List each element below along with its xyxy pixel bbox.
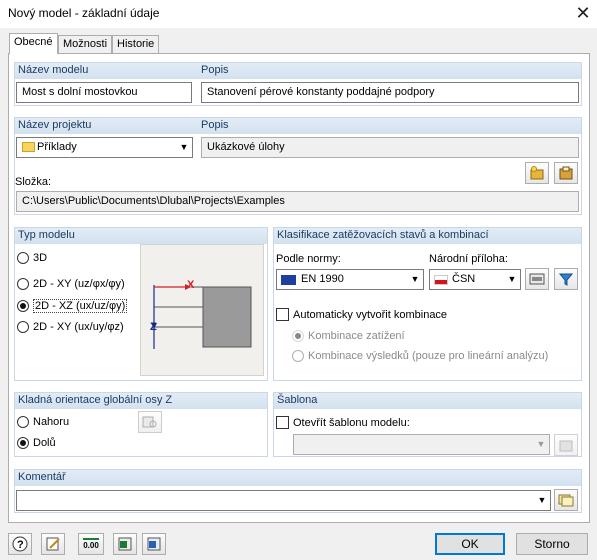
- radio-2d-xy-planar[interactable]: [17, 321, 29, 333]
- svg-text:?: ?: [17, 539, 24, 551]
- filter-icon: [559, 273, 573, 286]
- open-template-option[interactable]: Otevřít šablonu modelu:: [276, 416, 410, 429]
- filter-button[interactable]: [554, 268, 578, 290]
- help-button[interactable]: ?: [8, 533, 32, 555]
- template-select[interactable]: ▼: [293, 434, 550, 455]
- radio-load-combinations[interactable]: [292, 330, 304, 342]
- edit-annex-icon: [529, 273, 545, 285]
- title-bar: Nový model - základní údaje ✕: [0, 0, 597, 28]
- project-desc-label: Popis: [201, 119, 229, 131]
- ok-button[interactable]: OK: [435, 533, 505, 555]
- import-icon: [147, 537, 161, 551]
- model-desc-label: Popis: [201, 64, 229, 76]
- orientation-header: Kladná orientace globální osy Z: [15, 393, 267, 409]
- radio-up[interactable]: [17, 416, 29, 428]
- folder-label: Složka:: [15, 176, 52, 188]
- chevron-down-icon: ▼: [537, 495, 547, 505]
- model-name-label: Název modelu: [18, 64, 89, 76]
- auto-combinations-option[interactable]: Automaticky vytvořit kombinace: [276, 308, 447, 321]
- edit-notes-button[interactable]: [41, 533, 65, 555]
- model-name-input[interactable]: Most s dolní mostovkou: [16, 82, 192, 103]
- window-title: Nový model - základní údaje: [8, 6, 160, 20]
- excel-icon: [118, 537, 132, 551]
- annex-settings-button[interactable]: [525, 268, 549, 290]
- result-combinations-option[interactable]: Kombinace výsledků (pouze pro lineární a…: [292, 350, 548, 362]
- chevron-down-icon: ▼: [410, 274, 420, 284]
- comment-list-icon: [558, 494, 574, 507]
- chevron-down-icon: ▼: [507, 274, 517, 284]
- project-name-label: Název projektu: [18, 119, 92, 131]
- radio-2d-xy[interactable]: [17, 278, 29, 290]
- radio-2d-xz[interactable]: [17, 300, 29, 312]
- orientation-up-option[interactable]: Nahoru: [17, 416, 69, 428]
- tab-moznosti[interactable]: Možnosti: [58, 35, 113, 53]
- radio-3d[interactable]: [17, 252, 29, 264]
- cz-flag-icon: [434, 275, 448, 285]
- units-icon: 0.00: [83, 538, 99, 550]
- model-type-2d-xz-option[interactable]: 2D - XZ (ux/uz/φy): [17, 299, 128, 313]
- template-browse-button[interactable]: [554, 434, 578, 456]
- tab-obecne[interactable]: Obecné: [9, 33, 58, 54]
- template-header: Šablona: [274, 393, 581, 409]
- radio-result-combinations[interactable]: [292, 350, 304, 362]
- annex-select[interactable]: ČSN ▼: [429, 269, 521, 290]
- cancel-button[interactable]: Storno: [516, 533, 588, 555]
- annex-label: Národní příloha:: [429, 253, 508, 265]
- units-button[interactable]: 0.00: [78, 533, 104, 555]
- model-type-preview: X Z: [140, 244, 264, 376]
- edit-icon: [46, 537, 60, 551]
- new-folder-icon: [530, 166, 544, 180]
- orientation-preview-button[interactable]: [138, 411, 162, 433]
- norm-label: Podle normy:: [276, 253, 341, 265]
- project-manager-button[interactable]: [554, 162, 578, 184]
- folder-path-field: C:\Users\Public\Documents\Dlubal\Project…: [16, 191, 579, 212]
- import-button[interactable]: [142, 533, 166, 555]
- classification-header: Klasifikace zatěžovacích stavů a kombina…: [274, 228, 581, 244]
- comment-input[interactable]: ▼: [16, 490, 551, 511]
- model-description-input[interactable]: Stanovení pérové konstanty poddajné podp…: [201, 82, 579, 103]
- model-type-3d-option[interactable]: 3D: [17, 252, 47, 264]
- axis-x-label: X: [187, 279, 195, 291]
- project-select[interactable]: Příklady ▼: [16, 137, 193, 158]
- orientation-down-option[interactable]: Dolů: [17, 437, 56, 449]
- model-type-2d-xy-planar-option[interactable]: 2D - XY (ux/uy/φz): [17, 321, 124, 333]
- norm-select[interactable]: EN 1990 ▼: [276, 269, 424, 290]
- open-template-checkbox[interactable]: [276, 416, 289, 429]
- folder-icon: [22, 142, 35, 152]
- view-icon: [142, 416, 157, 428]
- project-description-field: Ukázkové úlohy: [201, 137, 579, 158]
- load-combinations-option[interactable]: Kombinace zatížení: [292, 330, 405, 342]
- radio-down[interactable]: [17, 437, 29, 449]
- export-excel-button[interactable]: [113, 533, 137, 555]
- model-type-2d-xy-option[interactable]: 2D - XY (uz/φx/φy): [17, 278, 125, 290]
- axis-z-label: Z: [150, 321, 157, 333]
- eu-flag-icon: [281, 275, 296, 285]
- close-icon[interactable]: ✕: [572, 2, 594, 24]
- help-icon: ?: [12, 536, 28, 552]
- template-icon: [559, 440, 573, 452]
- auto-combinations-checkbox[interactable]: [276, 308, 289, 321]
- tab-historie[interactable]: Historie: [112, 35, 160, 53]
- chevron-down-icon: ▼: [536, 439, 546, 449]
- chevron-down-icon: ▼: [179, 142, 189, 152]
- project-manager-icon: [559, 166, 573, 180]
- model-type-header: Typ modelu: [15, 228, 267, 244]
- new-project-button[interactable]: [525, 162, 549, 184]
- comment-edit-button[interactable]: [554, 489, 578, 511]
- comment-header: Komentář: [15, 470, 581, 486]
